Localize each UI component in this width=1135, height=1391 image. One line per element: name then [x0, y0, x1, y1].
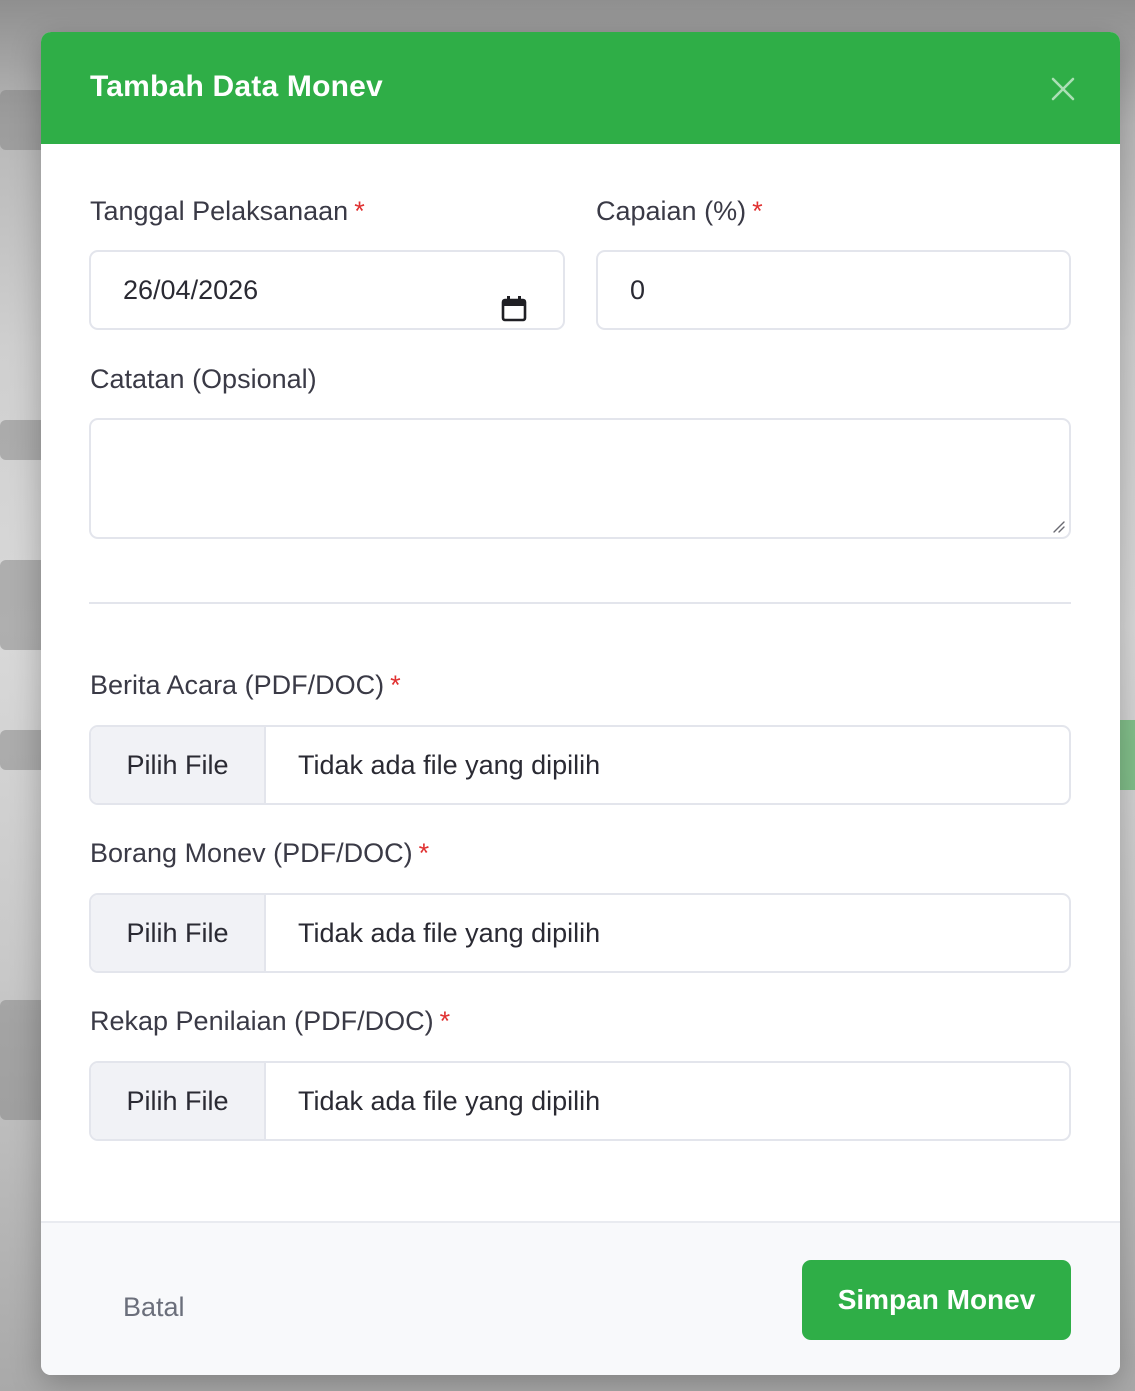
required-mark: * [439, 1006, 451, 1036]
save-monev-button[interactable]: Simpan Monev [802, 1260, 1071, 1340]
required-mark: * [418, 838, 430, 868]
choose-file-button[interactable]: Pilih File [91, 1063, 266, 1139]
berita-acara-file-input[interactable]: Pilih File Tidak ada file yang dipilih [89, 725, 1071, 805]
file-status: Tidak ada file yang dipilih [298, 918, 601, 948]
required-mark: * [752, 196, 763, 226]
rekap-penilaian-file-input[interactable]: Pilih File Tidak ada file yang dipilih [89, 1061, 1071, 1141]
tanggal-value: 26/04/2026 [123, 275, 259, 305]
add-monev-modal: Tambah Data Monev Tanggal Pelaksanaan * 2… [41, 32, 1120, 1375]
borang-monev-label-text: Borang Monev (PDF/DOC) [90, 838, 413, 868]
tanggal-label-text: Tanggal Pelaksanaan [90, 196, 349, 226]
berita-acara-label: Berita Acara (PDF/DOC) * [90, 670, 401, 701]
cancel-button[interactable]: Batal [103, 1267, 205, 1347]
close-button[interactable] [1048, 74, 1078, 104]
borang-monev-file-input[interactable]: Pilih File Tidak ada file yang dipilih [89, 893, 1071, 973]
tanggal-label: Tanggal Pelaksanaan * [90, 196, 365, 227]
file-status: Tidak ada file yang dipilih [298, 1086, 601, 1116]
section-divider [89, 602, 1071, 604]
modal-title: Tambah Data Monev [90, 70, 383, 103]
capaian-number-input[interactable]: 0 [596, 250, 1071, 330]
capaian-label-text: Capaian (%) [596, 196, 747, 226]
choose-file-button[interactable]: Pilih File [91, 727, 266, 803]
rekap-penilaian-label: Rekap Penilaian (PDF/DOC) * [90, 1006, 450, 1037]
borang-monev-label: Borang Monev (PDF/DOC) * [90, 838, 429, 869]
close-icon [1051, 77, 1075, 101]
capaian-value: 0 [630, 275, 646, 305]
catatan-label: Catatan (Opsional) [90, 364, 317, 394]
required-mark: * [354, 196, 365, 226]
modal-footer: Batal Simpan Monev [41, 1221, 1120, 1375]
rekap-penilaian-label-text: Rekap Penilaian (PDF/DOC) [90, 1006, 434, 1036]
resize-grip-icon[interactable] [1051, 519, 1065, 533]
required-mark: * [390, 670, 401, 700]
tanggal-date-input[interactable]: 26/04/2026 [89, 250, 565, 330]
berita-acara-label-text: Berita Acara (PDF/DOC) [90, 670, 385, 700]
capaian-label: Capaian (%) * [596, 196, 763, 227]
choose-file-button[interactable]: Pilih File [91, 895, 266, 971]
modal-body: Tanggal Pelaksanaan * 26/04/2026 Capaian … [41, 144, 1120, 1221]
calendar-icon[interactable] [501, 276, 527, 352]
file-status: Tidak ada file yang dipilih [298, 750, 601, 780]
modal-header: Tambah Data Monev [41, 32, 1120, 144]
catatan-textarea[interactable] [89, 418, 1071, 539]
